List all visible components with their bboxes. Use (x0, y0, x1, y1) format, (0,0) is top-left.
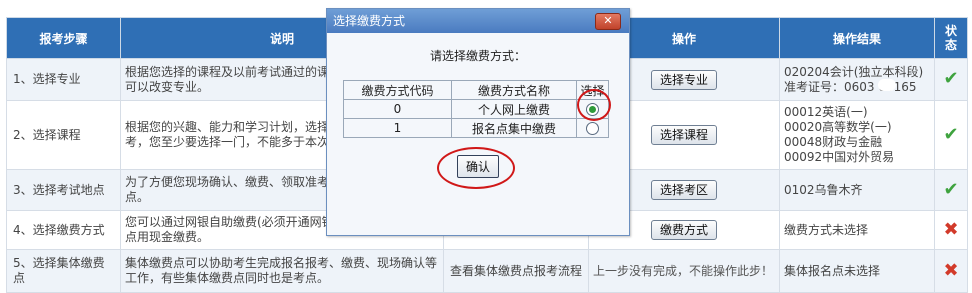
table-row: 5、选择集体缴费点 集体缴费点可以协助考生完成报名报考、缴费、现场确认等工作，有… (6, 249, 968, 293)
select-exam-area-button[interactable]: 选择考区 (650, 180, 717, 200)
result-line: 00048财政与金融 (784, 135, 883, 149)
step-result: 020204会计(独立本科段) 准考证号：0603 00165 (779, 58, 935, 101)
payment-method-dialog: 选择缴费方式 ✕ 请选择缴费方式： 缴费方式代码 缴费方式名称 选择 0 个人网… (326, 8, 630, 236)
collective-payment-radio[interactable] (586, 122, 599, 135)
step-label: 5、选择集体缴费点 (6, 249, 121, 293)
check-icon: ✔ (943, 123, 959, 145)
result-line: 00092中国对外贸易 (784, 150, 895, 164)
step-result: 集体报名点未选择 (779, 249, 935, 293)
result-line: 0102乌鲁木齐 (784, 182, 863, 197)
result-line: 00020高等数学(一) (784, 120, 892, 134)
step-status: ✔ (934, 100, 968, 170)
step-result: 0102乌鲁木齐 (779, 169, 935, 211)
dialog-title: 选择缴费方式 (333, 14, 406, 28)
step-description: 集体缴费点可以协助考生完成报名报考、缴费、现场确认等工作，有些集体缴费点同时也是… (120, 249, 444, 293)
payment-method-button[interactable]: 缴费方式 (650, 220, 717, 240)
step-status: ✔ (934, 169, 968, 211)
step-result: 缴费方式未选择 (779, 210, 935, 250)
redaction-blob (878, 79, 896, 91)
payment-options-table: 缴费方式代码 缴费方式名称 选择 0 个人网上缴费 1 报名点集中缴费 (343, 80, 609, 138)
option-code: 1 (343, 118, 452, 138)
select-courses-button[interactable]: 选择课程 (650, 125, 717, 145)
header-result: 操作结果 (779, 17, 935, 59)
result-line: 020204会计(独立本科段) (784, 64, 924, 79)
check-icon: ✔ (943, 178, 959, 200)
step-label: 1、选择专业 (6, 58, 121, 101)
step-status: ✖ (934, 249, 968, 293)
result-line: 00012英语(一) (784, 105, 868, 119)
step-result: 00012英语(一) 00020高等数学(一) 00048财政与金融 00092… (779, 100, 935, 170)
option-code: 0 (343, 99, 452, 119)
dialog-titlebar[interactable]: 选择缴费方式 ✕ (327, 9, 629, 33)
cross-icon: ✖ (943, 259, 959, 281)
annotation-circle (437, 147, 515, 189)
payment-option-row[interactable]: 0 个人网上缴费 (343, 99, 609, 119)
select-major-button[interactable]: 选择专业 (650, 69, 717, 90)
cross-icon: ✖ (943, 218, 959, 240)
view-payment-point-flow-link[interactable]: 查看集体缴费点报考流程 (443, 249, 589, 293)
payment-options-header: 缴费方式代码 缴费方式名称 选择 (343, 80, 609, 100)
option-name: 个人网上缴费 (451, 99, 577, 119)
close-icon[interactable]: ✕ (595, 13, 621, 30)
column-code: 缴费方式代码 (343, 80, 452, 100)
step-label: 2、选择课程 (6, 100, 121, 170)
result-line: 缴费方式未选择 (784, 222, 869, 237)
header-step: 报考步骤 (6, 17, 121, 59)
check-icon: ✔ (943, 68, 959, 89)
result-line: 准考证号：0603 00165 (784, 79, 917, 94)
step-operation-message: 上一步没有完成，不能操作此步！ (588, 249, 780, 293)
step-label: 4、选择缴费方式 (6, 210, 121, 250)
dialog-prompt: 请选择缴费方式： (429, 49, 526, 63)
step-status: ✖ (934, 210, 968, 250)
result-line: 集体报名点未选择 (784, 263, 881, 278)
option-select-cell (576, 118, 609, 138)
header-status: 状态 (934, 17, 968, 59)
column-name: 缴费方式名称 (451, 80, 577, 100)
step-label: 3、选择考试地点 (6, 169, 121, 211)
option-name: 报名点集中缴费 (451, 118, 577, 138)
payment-option-row[interactable]: 1 报名点集中缴费 (343, 118, 609, 138)
annotation-circle (577, 89, 611, 121)
step-status: ✔ (934, 58, 968, 101)
